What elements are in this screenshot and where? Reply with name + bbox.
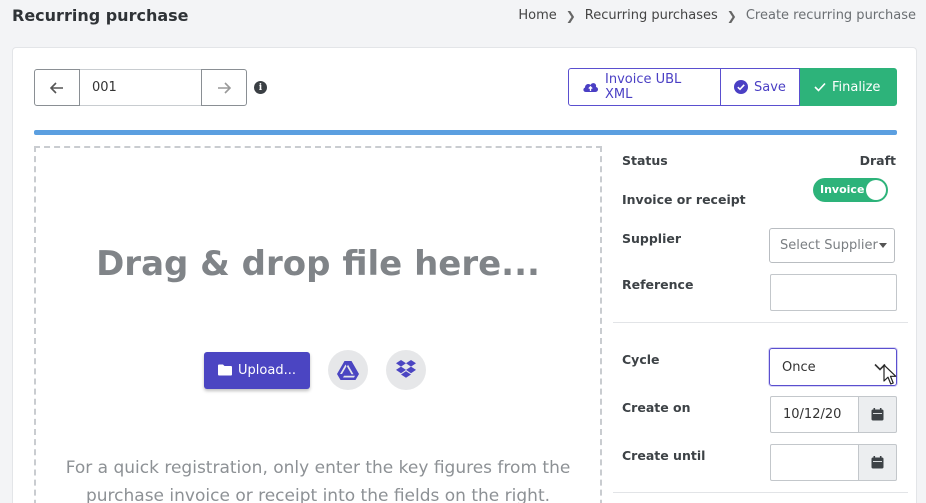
create-until-label: Create until <box>622 448 706 463</box>
invoice-ubl-xml-button[interactable]: Invoice UBL XML <box>568 68 721 106</box>
cycle-value: Once <box>782 359 816 375</box>
create-on-date: 10/12/20 <box>770 396 897 433</box>
section-divider <box>613 492 908 493</box>
chevron-right-icon: ❯ <box>565 8 576 23</box>
supplier-label: Supplier <box>622 231 682 246</box>
document-number-field[interactable]: 001 <box>80 69 201 106</box>
invoice-or-receipt-label: Invoice or receipt <box>622 192 746 207</box>
cycle-label: Cycle <box>622 352 660 367</box>
arrow-right-icon <box>218 81 231 94</box>
caret-down-icon <box>879 243 887 248</box>
dropzone-title: Drag & drop file here... <box>96 244 540 284</box>
info-icon[interactable]: i <box>254 81 267 94</box>
create-on-label: Create on <box>622 400 691 415</box>
dropbox-icon <box>396 360 416 378</box>
upload-button[interactable]: Upload... <box>204 351 310 389</box>
save-button[interactable]: Save <box>721 68 800 106</box>
check-circle-icon <box>734 80 748 94</box>
check-icon <box>814 82 826 92</box>
breadcrumb: Home ❯ Recurring purchases ❯ Create recu… <box>518 8 916 23</box>
section-divider <box>613 322 908 323</box>
file-dropzone[interactable]: Drag & drop file here... Upload... For a… <box>34 146 602 503</box>
next-button[interactable] <box>201 69 247 106</box>
google-drive-icon <box>337 360 359 380</box>
finalize-button[interactable]: Finalize <box>800 68 897 106</box>
google-drive-button[interactable] <box>328 350 368 390</box>
reference-input[interactable] <box>770 274 897 311</box>
cloud-upload-icon <box>582 81 599 93</box>
action-buttons: Invoice UBL XML Save Finalize <box>568 68 897 106</box>
progress-bar <box>34 130 897 135</box>
finalize-label: Finalize <box>832 79 881 95</box>
supplier-placeholder: Select Supplier <box>780 238 878 253</box>
dropzone-hint-line-1: For a quick registration, only enter the… <box>65 458 571 478</box>
cycle-select[interactable]: Once <box>769 348 897 386</box>
mouse-cursor-icon <box>883 364 897 390</box>
invoice-ubl-xml-label: Invoice UBL XML <box>605 72 682 102</box>
create-on-calendar-button[interactable] <box>859 396 897 433</box>
invoice-receipt-toggle[interactable]: Invoice <box>813 178 888 202</box>
folder-icon <box>218 364 233 376</box>
save-label: Save <box>754 79 786 95</box>
breadcrumb-home[interactable]: Home <box>518 8 556 23</box>
create-until-input[interactable] <box>770 444 859 481</box>
breadcrumb-current: Create recurring purchase <box>745 8 916 23</box>
supplier-select[interactable]: Select Supplier <box>769 228 895 263</box>
toggle-knob <box>866 180 886 200</box>
arrow-left-icon <box>50 81 63 94</box>
previous-button[interactable] <box>34 69 80 106</box>
dropzone-hint: For a quick registration, only enter the… <box>46 454 590 503</box>
dropzone-hint-line-2: purchase invoice or receipt into the fie… <box>85 486 551 503</box>
create-until-calendar-button[interactable] <box>859 444 897 481</box>
toggle-label: Invoice <box>820 183 865 196</box>
document-pager: 001 <box>34 69 247 106</box>
main-card: 001 i Invoice UBL XML Save Finalize Drag… <box>12 47 917 503</box>
page-title: Recurring purchase <box>12 6 189 25</box>
create-until-date <box>770 444 897 481</box>
breadcrumb-recurring-purchases[interactable]: Recurring purchases <box>585 8 718 23</box>
upload-options: Upload... <box>204 350 426 390</box>
upload-label: Upload... <box>238 362 296 378</box>
reference-label: Reference <box>622 277 694 292</box>
dropbox-button[interactable] <box>386 350 426 390</box>
calendar-icon <box>871 456 884 469</box>
chevron-right-icon: ❯ <box>726 8 737 23</box>
create-on-input[interactable]: 10/12/20 <box>770 396 859 433</box>
status-value: Draft <box>859 153 896 168</box>
status-label: Status <box>622 153 668 168</box>
calendar-icon <box>871 408 884 421</box>
